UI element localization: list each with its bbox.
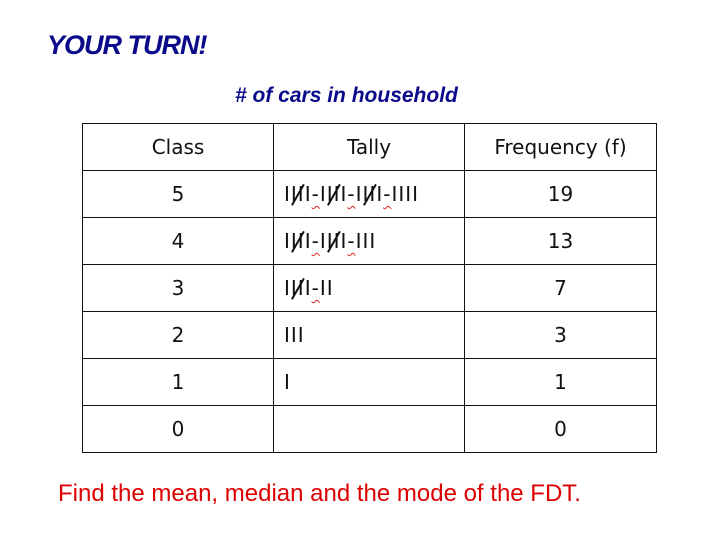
table-header-row: Class Tally Frequency (f) xyxy=(82,123,657,171)
tally-cell: IIII-IIII-IIII-IIII xyxy=(273,170,465,218)
tally-cell: IIII-II xyxy=(273,264,465,312)
tally-group: IIII xyxy=(284,276,312,300)
tally-cell xyxy=(273,405,465,453)
class-cell: 3 xyxy=(82,264,274,312)
class-cell: 4 xyxy=(82,217,274,265)
tally-marks: IIII-II xyxy=(284,276,334,300)
frequency-cell: 0 xyxy=(464,405,657,453)
tally-marks: IIII-IIII-IIII-IIII xyxy=(284,182,420,206)
tally-group: I xyxy=(284,370,291,394)
tally-marks: IIII-IIII-III xyxy=(284,229,377,253)
header-frequency: Frequency (f) xyxy=(464,123,657,171)
table-row: 2 III 3 xyxy=(82,311,657,359)
tally-marks: III xyxy=(284,323,305,347)
tally-marks: I xyxy=(284,370,291,394)
tally-group: II xyxy=(319,276,334,300)
instruction-text: Find the mean, median and the mode of th… xyxy=(58,480,581,507)
table-row: 00 xyxy=(82,405,657,453)
table-row: 1I1 xyxy=(82,358,657,406)
tally-group: IIII xyxy=(319,229,348,253)
frequency-table: Class Tally Frequency (f) 5 IIII-IIII-III… xyxy=(82,123,657,453)
frequency-cell: 1 xyxy=(464,358,657,406)
tally-group: IIII xyxy=(355,182,384,206)
tally-group: IIII xyxy=(391,182,420,206)
tally-group: IIII xyxy=(284,229,312,253)
frequency-cell: 7 xyxy=(464,264,657,312)
table-row: 5 IIII-IIII-IIII-IIII 19 xyxy=(82,170,657,218)
frequency-cell: 13 xyxy=(464,217,657,265)
frequency-cell: 3 xyxy=(464,311,657,359)
header-class: Class xyxy=(82,123,274,171)
table-row: 3 IIII-II 7 xyxy=(82,264,657,312)
frequency-cell: 19 xyxy=(464,170,657,218)
class-cell: 1 xyxy=(82,358,274,406)
header-tally: Tally xyxy=(273,123,465,171)
tally-group: III xyxy=(284,323,305,347)
tally-group: IIII xyxy=(284,182,312,206)
class-cell: 0 xyxy=(82,405,274,453)
tally-group: IIII xyxy=(319,182,348,206)
slide-title: YOUR TURN! xyxy=(47,30,207,60)
tally-cell: IIII-IIII-III xyxy=(273,217,465,265)
table-row: 4 IIII-IIII-III 13 xyxy=(82,217,657,265)
table-caption: # of cars in household xyxy=(235,84,458,107)
tally-cell: III xyxy=(273,311,465,359)
tally-group: III xyxy=(355,229,377,253)
class-cell: 2 xyxy=(82,311,274,359)
class-cell: 5 xyxy=(82,170,274,218)
tally-cell: I xyxy=(273,358,465,406)
